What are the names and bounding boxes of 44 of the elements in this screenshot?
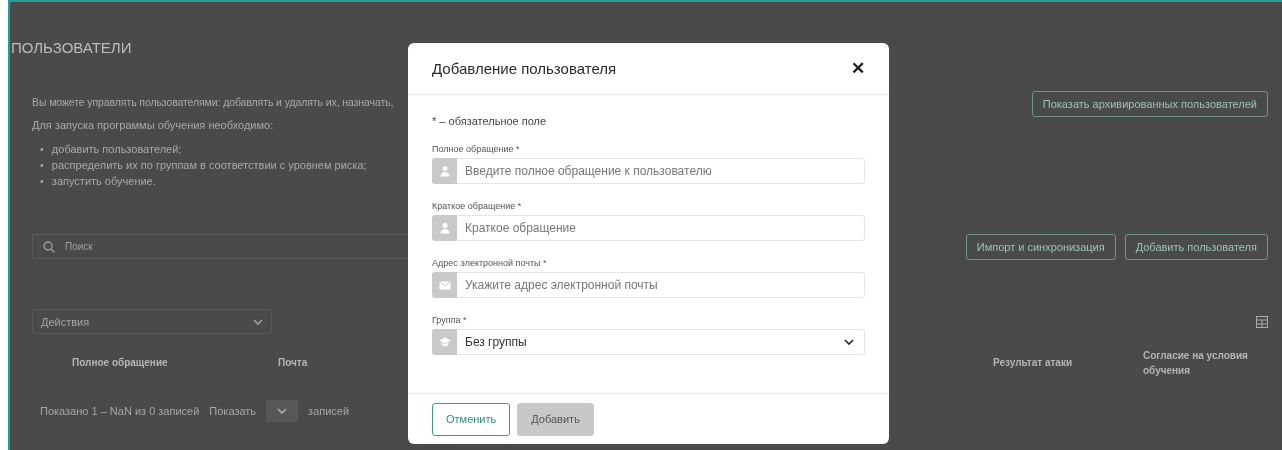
- list-bullet: •: [40, 158, 44, 173]
- field-label: Полное обращение *: [432, 144, 520, 154]
- search-placeholder: Поиск: [65, 241, 93, 252]
- search-field[interactable]: Поиск: [32, 234, 408, 259]
- search-icon: [43, 240, 55, 253]
- page-title: ПОЛЬЗОВАТЕЛИ: [11, 39, 132, 57]
- records-label: записей: [308, 405, 350, 417]
- dialog-title: Добавление пользователя: [432, 60, 617, 77]
- person-icon: [432, 215, 457, 241]
- chevron-down-icon: [844, 339, 854, 345]
- table-settings-icon[interactable]: [1256, 315, 1268, 328]
- name-field[interactable]: Введите полное обращение к пользователю: [457, 158, 865, 184]
- column-header: Согласие на условия обучения: [1143, 348, 1249, 378]
- steps-heading: Для запуска программы обучения необходимо:: [32, 118, 274, 132]
- chevron-down-icon: [253, 318, 263, 325]
- person-icon: [432, 158, 457, 184]
- column-header: Почта: [278, 356, 309, 370]
- intro-text: Вы можете управлять пользователями: добавлять и удалять их, назначать,: [32, 95, 394, 109]
- field-label: Краткое обращение *: [432, 201, 522, 211]
- column-header: Результат атаки: [993, 356, 1074, 370]
- envelope-icon: [432, 272, 457, 298]
- add-user-button[interactable]: Добавить пользователя: [1124, 234, 1268, 260]
- group-select[interactable]: Без группы: [457, 329, 865, 355]
- show-label: Показать: [209, 405, 257, 417]
- field-label: Группа *: [432, 315, 467, 325]
- step-item: добавить пользователей;: [51, 142, 182, 157]
- actions-dropdown[interactable]: Действия: [32, 309, 272, 334]
- email-field[interactable]: Укажите адрес электронной почты: [457, 272, 865, 298]
- graduation-cap-icon: [432, 329, 457, 355]
- required-note: * – обязательное поле: [432, 115, 547, 127]
- field-label: Адрес электронной почты *: [432, 258, 547, 268]
- cancel-button[interactable]: Отменить: [432, 402, 511, 436]
- close-button[interactable]: ✕: [851, 58, 865, 79]
- list-bullet: •: [40, 142, 44, 157]
- column-header: Полное обращение: [72, 356, 169, 370]
- page-size-select[interactable]: [266, 400, 299, 422]
- import-sync-button[interactable]: Импорт и синхронизация: [965, 234, 1116, 260]
- step-item: распределить их по группам в соответствии с уровнем риска;: [51, 158, 367, 173]
- show-archived-button[interactable]: Показать архивированных пользователей: [1031, 91, 1268, 117]
- step-item: запустить обучение.: [51, 174, 156, 189]
- chevron-down-icon: [277, 408, 288, 414]
- list-bullet: •: [40, 174, 44, 189]
- name-field[interactable]: Краткое обращение: [457, 215, 865, 241]
- records-summary: Показано 1 – NaN из 0 записей: [40, 405, 200, 417]
